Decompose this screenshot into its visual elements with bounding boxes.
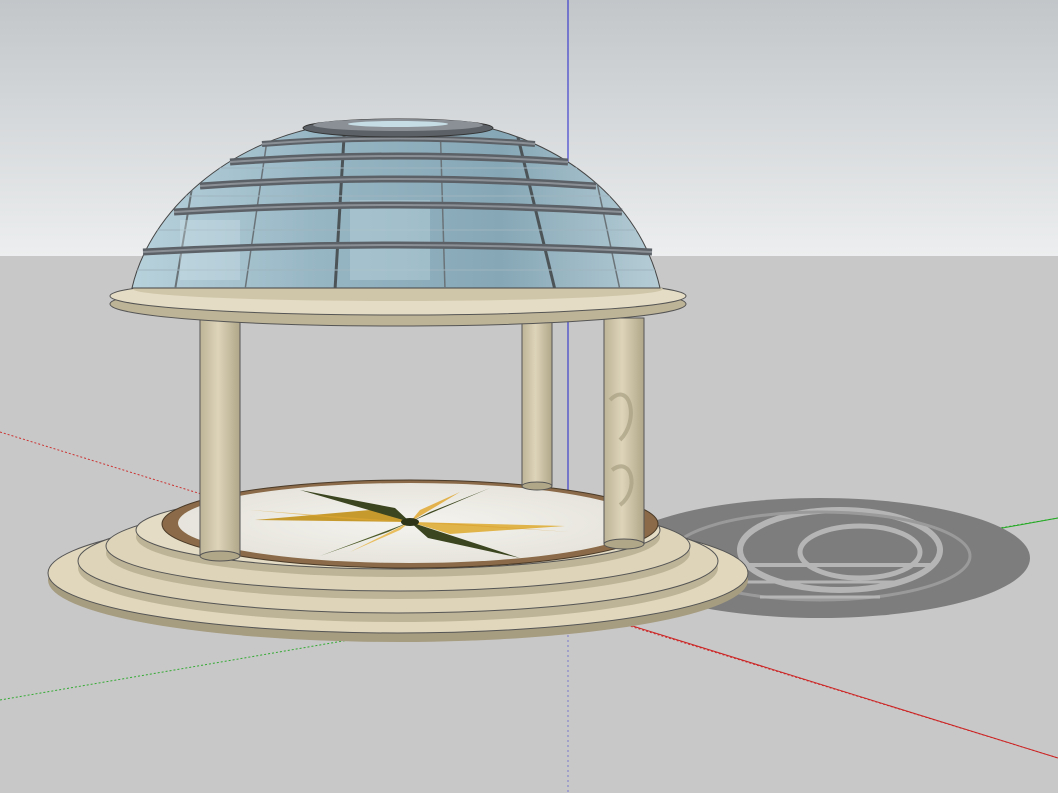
column-front-left[interactable] (199, 317, 241, 562)
column-back-right[interactable] (521, 317, 553, 491)
column-front-right[interactable] (603, 317, 645, 550)
dome-crown (302, 118, 494, 138)
model-viewport[interactable] (0, 0, 1058, 793)
3d-scene[interactable] (0, 0, 1058, 793)
